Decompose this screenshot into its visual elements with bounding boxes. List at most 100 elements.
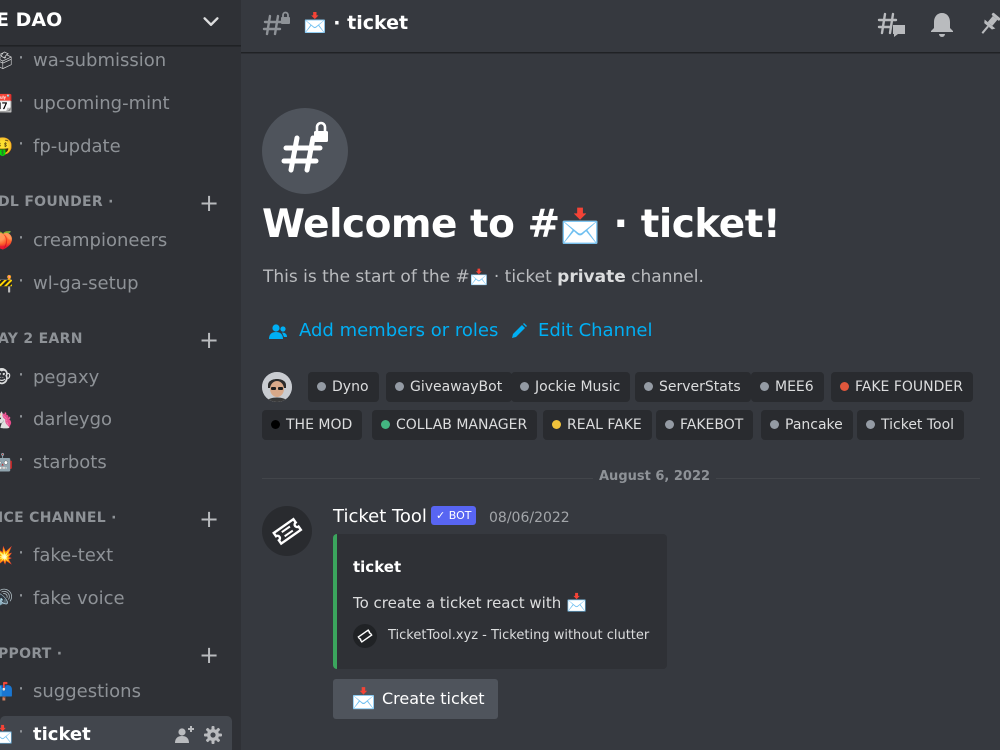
chevron-down-icon[interactable] (200, 11, 222, 33)
category-founder[interactable]: DL FOUNDER · + (0, 188, 241, 218)
channel-fake-text[interactable]: 💥 · fake-text (0, 537, 241, 575)
role-color-dot (552, 420, 561, 429)
role-tag[interactable]: FAKE FOUNDER (831, 372, 973, 402)
role-tag[interactable]: Jockie Music (511, 372, 631, 402)
add-channel-icon[interactable]: + (199, 325, 219, 355)
role-name: MEE6 (775, 379, 814, 395)
role-tag[interactable]: COLLAB MANAGER (372, 410, 538, 440)
role-name: FAKEBOT (680, 417, 744, 433)
add-channel-icon[interactable]: + (199, 188, 219, 218)
role-tag[interactable]: REAL FAKE (543, 410, 652, 440)
role-tag[interactable]: THE MOD (262, 410, 363, 440)
channel-emoji: 📫 (0, 682, 14, 702)
message-author[interactable]: Ticket Tool (333, 506, 427, 527)
category-support[interactable]: PPORT · + (0, 640, 241, 670)
bell-icon[interactable] (930, 11, 954, 37)
gear-icon[interactable] (203, 725, 223, 745)
channel-separator: · (18, 721, 25, 743)
channel-emoji: 🤑 (0, 137, 14, 157)
message-timestamp: 08/06/2022 (489, 510, 570, 526)
edit-channel-button[interactable]: Edit Channel (510, 318, 652, 344)
channel-separator: · (18, 133, 25, 155)
channel-label: fake voice (33, 588, 125, 609)
category-label: PPORT · (0, 646, 63, 662)
message-embed: ticket To create a ticket react with 📩 T… (333, 534, 667, 669)
role-tag[interactable]: GiveawayBot (386, 372, 513, 402)
role-tag[interactable]: Pancake (761, 410, 853, 440)
channel-title-text: · ticket (333, 12, 409, 34)
threads-icon[interactable] (877, 11, 907, 39)
create-ticket-button[interactable]: 📩 Create ticket (333, 679, 498, 719)
start-text-suffix: channel. (625, 267, 704, 287)
channel-emoji: 🤖 (0, 453, 14, 473)
channel-separator: · (18, 47, 25, 69)
role-tag[interactable]: ServerStats (635, 372, 751, 402)
channel-label: suggestions (33, 681, 141, 702)
invite-member-icon[interactable] (174, 725, 196, 745)
channel-starbots[interactable]: 🤖 · starbots (0, 444, 241, 482)
add-member-icon (269, 324, 287, 339)
role-tag[interactable]: FAKEBOT (656, 410, 754, 440)
embed-description: To create a ticket react with 📩 (353, 593, 587, 613)
channel-label: wl-ga-setup (33, 273, 139, 294)
channel-start-text: This is the start of the #📩 · ticket pri… (263, 267, 704, 287)
channel-title: 📩 · ticket (303, 11, 408, 34)
role-name: THE MOD (286, 417, 353, 433)
add-channel-icon[interactable]: + (199, 504, 219, 534)
role-color-dot (271, 420, 280, 429)
channel-separator: · (18, 227, 25, 249)
channel-separator: · (18, 406, 25, 428)
channel-upcoming-mint[interactable]: 📆 · upcoming-mint (0, 85, 241, 123)
avatar[interactable] (262, 506, 312, 556)
start-text-emoji: 📩 (469, 268, 489, 286)
role-color-dot (665, 420, 674, 429)
channel-darleygo[interactable]: 🦄 · darleygo (0, 401, 241, 439)
add-channel-icon[interactable]: + (199, 640, 219, 670)
role-name: Jockie Music (535, 379, 621, 395)
channel-pegaxy[interactable]: 🐵 · pegaxy (0, 359, 241, 397)
channel-wa-submission[interactable]: 🗳 · wa-submission (0, 42, 241, 80)
server-header[interactable]: E DAO (0, 0, 241, 46)
server-name: E DAO (0, 9, 63, 31)
welcome-heading-prefix: Welcome to # (262, 202, 560, 247)
role-tag[interactable]: Dyno (308, 372, 379, 402)
channel-emoji: 🦄 (0, 410, 14, 430)
channel-suggestions[interactable]: 📫 · suggestions (0, 673, 241, 711)
channel-wl-ga-setup[interactable]: 🚧 · wl-ga-setup (0, 265, 241, 303)
channel-label: fp-update (33, 136, 121, 157)
channel-creampioneers[interactable]: 🍑 · creampioneers (0, 222, 241, 260)
channel-fp-update[interactable]: 🤑 · fp-update (0, 128, 241, 166)
pin-icon[interactable] (979, 11, 1000, 37)
envelope-icon: 📩 (351, 686, 376, 710)
role-name: REAL FAKE (567, 417, 642, 433)
channel-fake-voice[interactable]: 🔊 · fake voice (0, 580, 241, 618)
date-divider-label: August 6, 2022 (593, 469, 717, 484)
channel-label: creampioneers (33, 230, 168, 251)
member-avatar-image (262, 372, 292, 402)
role-color-dot (381, 420, 390, 429)
channel-separator: · (18, 449, 25, 471)
role-name: COLLAB MANAGER (396, 417, 528, 433)
welcome-heading-suffix: · ticket! (600, 202, 781, 247)
channel-label: starbots (33, 452, 107, 473)
role-name: Ticket Tool (881, 417, 955, 433)
role-tag[interactable]: MEE6 (751, 372, 824, 402)
channel-label: upcoming-mint (33, 93, 170, 114)
channel-label: wa-submission (33, 50, 167, 71)
channel-ticket[interactable]: 📩 · ticket (0, 716, 232, 750)
category-label: AY 2 EARN (0, 331, 83, 347)
category-play-to-earn[interactable]: AY 2 EARN + (0, 325, 241, 355)
ticket-icon (353, 624, 377, 648)
private-channel-icon (281, 121, 328, 173)
avatar[interactable] (262, 372, 292, 402)
channel-label: fake-text (33, 545, 114, 566)
channel-separator: · (18, 678, 25, 700)
role-tag[interactable]: Ticket Tool (857, 410, 965, 440)
embed-description-emoji: 📩 (566, 593, 588, 613)
add-members-button[interactable]: Add members or roles (268, 318, 498, 344)
role-color-dot (317, 382, 326, 391)
channel-emoji: 📩 (0, 725, 14, 745)
category-voice[interactable]: ICE CHANNEL · + (0, 504, 241, 534)
channel-separator: · (18, 585, 25, 607)
role-name: Pancake (785, 417, 843, 433)
